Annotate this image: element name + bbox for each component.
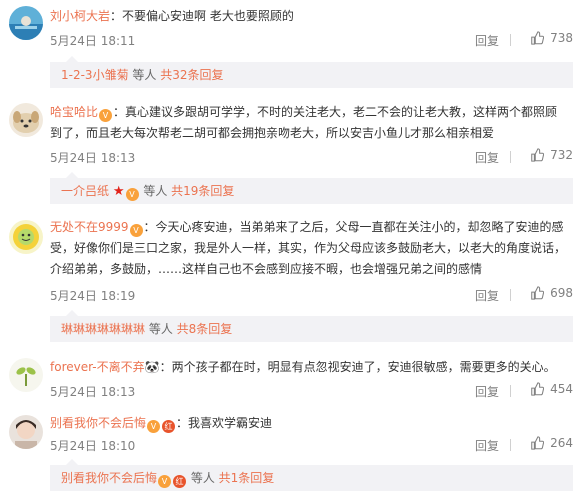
reply-button[interactable]: 回复 — [475, 287, 499, 304]
comment-meta: 5月24日 18:19 回复 698 — [50, 286, 573, 307]
reply-count[interactable]: 共19条回复 — [171, 184, 234, 198]
reply-thread[interactable]: 一介吕纸 ★ V 等人 共19条回复 — [50, 172, 573, 204]
divider — [510, 289, 511, 301]
like-count: 454 — [550, 382, 573, 396]
username[interactable]: 别看我你不会后悔 — [50, 416, 146, 430]
thumbs-up-icon — [531, 148, 545, 162]
comment-meta: 5月24日 18:13 回复 454 — [50, 382, 573, 403]
comment-text: 无处不在9999 V ：今天心疼安迪，当弟弟来了之后，父母一直都在关注小的，却忽略了… — [50, 217, 573, 280]
avatar[interactable] — [9, 358, 43, 392]
star-icon: ★ — [112, 184, 125, 199]
reply-user[interactable]: 一介吕纸 — [61, 184, 109, 198]
thumbs-up-icon — [531, 436, 545, 450]
reply-count[interactable]: 共1条回复 — [219, 471, 275, 485]
vip-badge-icon: V — [99, 109, 113, 122]
like-count: 698 — [550, 286, 573, 300]
vip-badge-icon: V — [125, 188, 139, 201]
reply-user[interactable]: 别看我你不会后悔 — [61, 471, 157, 485]
avatar[interactable] — [9, 103, 43, 137]
reply-thread[interactable]: 琳琳琳琳琳琳琳 等人 共8条回复 — [50, 310, 573, 342]
reply-thread[interactable]: 别看我你不会后悔 V 红 等人 共1条回复 — [50, 459, 573, 491]
reply-user[interactable]: 1-2-3小雏菊 — [61, 68, 129, 82]
reply-suffix: 等人 — [139, 184, 172, 198]
like-count: 732 — [550, 148, 573, 162]
comment-body: ：我喜欢学霸安迪 — [176, 416, 273, 430]
reply-suffix: 等人 — [187, 471, 219, 485]
thumbs-up-icon — [531, 286, 545, 300]
comment-body: 介绍弟弟，多鼓励，……这样自己也不会感到应接不暇，也会增强兄弟之间的感情 — [50, 262, 483, 276]
like-button[interactable]: 732 — [530, 148, 573, 162]
timestamp: 5月24日 18:19 — [50, 289, 136, 303]
comment-meta: 5月24日 18:13 回复 732 — [50, 148, 573, 169]
avatar[interactable] — [9, 6, 43, 40]
timestamp: 5月24日 18:10 — [50, 439, 136, 453]
thumbs-up-icon — [531, 382, 545, 396]
comment-text: 刘小柯大岩：不要偏心安迪啊 老大也要照顾的 — [50, 6, 567, 27]
thumbs-up-icon — [531, 31, 545, 45]
comment-body: ：两个孩子都在时，明显有点忽视安迪了，安迪很敏感，需要更多的关心。 — [159, 360, 556, 374]
reply-thread[interactable]: 1-2-3小雏菊 等人 共32条回复 — [50, 56, 573, 88]
like-button[interactable]: 698 — [530, 286, 573, 300]
vip-badge-icon: V — [158, 475, 172, 488]
avatar[interactable] — [9, 415, 43, 449]
username[interactable]: 无处不在9999 — [50, 220, 129, 234]
red-badge-icon: 红 — [173, 475, 187, 488]
reply-button[interactable]: 回复 — [475, 32, 499, 49]
timestamp: 5月24日 18:13 — [50, 151, 136, 165]
vip-badge-icon: V — [147, 420, 161, 433]
comment-meta: 5月24日 18:10 回复 264 — [50, 436, 573, 457]
username[interactable]: 刘小柯大岩 — [50, 9, 110, 23]
comment-meta: 5月24日 18:11 回复 738 — [50, 31, 573, 52]
reply-suffix: 等人 — [128, 68, 161, 82]
reply-suffix: 等人 — [145, 322, 177, 336]
divider — [510, 34, 511, 46]
comment-body: ：不要偏心安迪啊 老大也要照顾的 — [110, 9, 294, 23]
like-count: 264 — [550, 436, 573, 450]
comment-body: ：今天心疼安迪，当弟弟来了之后，父母一直都在关注小的，却忽略了安迪的感 — [143, 220, 564, 234]
username[interactable]: 哈宝哈比 — [50, 105, 98, 119]
red-badge-icon: 红 — [162, 420, 176, 433]
comment-text: forever-不离不弃🐼：两个孩子都在时，明显有点忽视安迪了，安迪很敏感，需要… — [50, 357, 567, 378]
timestamp: 5月24日 18:13 — [50, 385, 136, 399]
reply-button[interactable]: 回复 — [475, 383, 499, 400]
reply-button[interactable]: 回复 — [475, 437, 499, 454]
reply-count[interactable]: 共32条回复 — [160, 68, 223, 82]
like-count: 738 — [550, 31, 573, 45]
divider — [510, 151, 511, 163]
comment-body: 受，好像你们是三口之家，我是外人一样，其实，作为父母应该多鼓励老大，以老大的角度… — [50, 241, 567, 255]
reply-button[interactable]: 回复 — [475, 149, 499, 166]
like-button[interactable]: 264 — [530, 436, 573, 450]
vip-badge-icon: V — [129, 224, 143, 237]
like-button[interactable]: 738 — [530, 31, 573, 45]
avatar[interactable] — [9, 220, 43, 254]
comment-text: 别看我你不会后悔 V 红：我喜欢学霸安迪 — [50, 413, 567, 434]
comment-body: 到了，而且老大每次帮老二胡可都会拥抱亲吻老大，所以安吉小鱼儿才那么相亲相爱 — [50, 126, 495, 140]
comment-body: ：真心建议多跟胡可学学，不时的关注老大，老二不会的让老大教，这样两个都照顾 — [113, 105, 558, 119]
like-button[interactable]: 454 — [530, 382, 573, 396]
divider — [510, 439, 511, 451]
username[interactable]: forever-不离不弃 — [50, 360, 145, 374]
reply-user[interactable]: 琳琳琳琳琳琳琳 — [61, 322, 145, 336]
divider — [510, 385, 511, 397]
comment-text: 哈宝哈比 V ：真心建议多跟胡可学学，不时的关注老大，老二不会的让老大教，这样两个都… — [50, 102, 573, 144]
timestamp: 5月24日 18:11 — [50, 34, 136, 48]
panda-icon: 🐼 — [144, 360, 160, 374]
reply-count[interactable]: 共8条回复 — [177, 322, 233, 336]
